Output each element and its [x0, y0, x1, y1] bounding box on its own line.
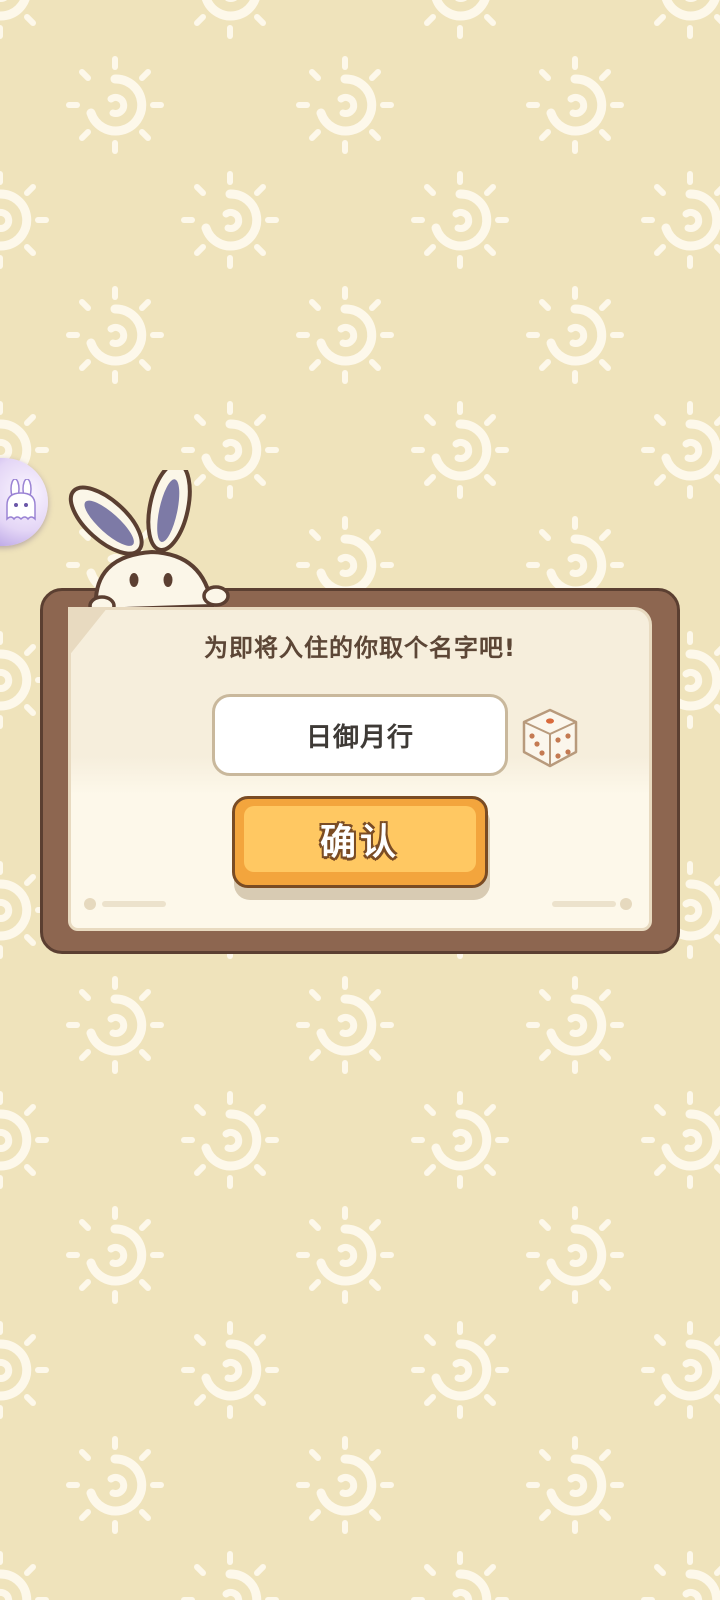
sun-icon: [644, 174, 720, 266]
dialog-title: 为即将入住的你取个名字吧!: [204, 634, 516, 662]
sun-icon: [414, 1094, 506, 1186]
sun-icon: [299, 1439, 391, 1531]
sun-icon: [414, 0, 506, 36]
sun-icon: [184, 174, 276, 266]
sun-icon: [529, 59, 621, 151]
name-input[interactable]: 日御月行: [212, 694, 508, 776]
sun-icon: [299, 979, 391, 1071]
sun-icon: [69, 1209, 161, 1301]
sun-icon: [0, 0, 46, 36]
sun-icon: [184, 1554, 276, 1600]
sun-icon: [529, 979, 621, 1071]
decor-line-left: [102, 901, 166, 907]
sun-icon: [69, 979, 161, 1071]
sun-icon: [644, 1554, 720, 1600]
confirm-button-label: 确认: [319, 822, 400, 863]
decor-dot-right: [620, 898, 632, 910]
sun-icon: [644, 404, 720, 496]
sun-icon: [299, 1209, 391, 1301]
dice-icon[interactable]: [518, 706, 582, 770]
sun-icon: [0, 1094, 46, 1186]
sun-icon: [184, 0, 276, 36]
decor-dot-left: [84, 898, 96, 910]
sun-icon: [644, 0, 720, 36]
sun-icon: [529, 1209, 621, 1301]
sun-icon: [644, 1324, 720, 1416]
sun-icon: [414, 1554, 506, 1600]
sun-icon: [299, 289, 391, 381]
sun-icon: [529, 1439, 621, 1531]
name-input-value: 日御月行: [305, 722, 414, 753]
sun-icon: [414, 404, 506, 496]
sun-icon: [529, 289, 621, 381]
sun-icon: [69, 289, 161, 381]
sun-icon: [0, 174, 46, 266]
sun-icon: [184, 1094, 276, 1186]
sun-icon: [184, 1324, 276, 1416]
bunny-mascot-icon: [68, 470, 230, 617]
sun-icon: [414, 1324, 506, 1416]
sun-icon: [299, 59, 391, 151]
sun-icon: [0, 1324, 46, 1416]
ghost-bunny-icon: [6, 479, 36, 521]
sun-icon: [69, 59, 161, 151]
decor-line-right: [552, 901, 616, 907]
sun-icon: [0, 1554, 46, 1600]
sun-icon: [644, 1094, 720, 1186]
sun-icon: [69, 1439, 161, 1531]
confirm-button-face[interactable]: 确认: [244, 806, 476, 872]
sun-icon: [414, 174, 506, 266]
